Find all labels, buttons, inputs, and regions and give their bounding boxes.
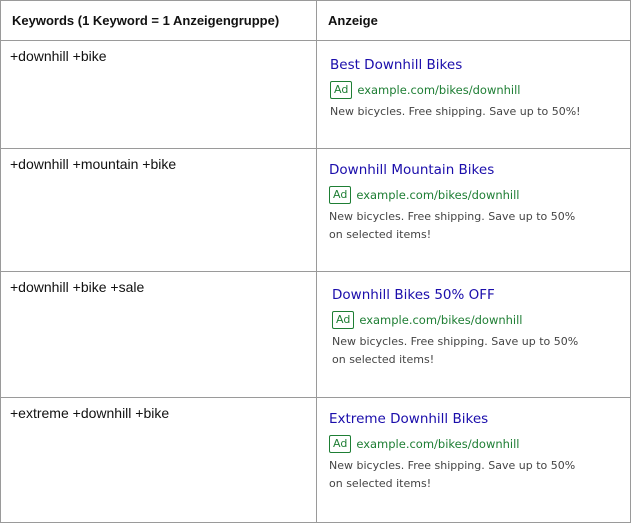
keyword-cell: +downhill +bike (0, 40, 317, 149)
table-row: +downhill +mountain +bike Downhill Mount… (0, 148, 631, 272)
ad-preview: Downhill Bikes 50% OFF Ad example.com/bi… (317, 286, 630, 369)
keyword-cell: +extreme +downhill +bike (0, 397, 317, 523)
ad-url-line: Ad example.com/bikes/downhill (332, 310, 630, 330)
table-row: +extreme +downhill +bike Extreme Downhil… (0, 397, 631, 523)
ad-url-line: Ad example.com/bikes/downhill (330, 80, 630, 100)
header-anzeige: Anzeige (316, 0, 631, 41)
ad-display-url[interactable]: example.com/bikes/downhill (359, 313, 522, 327)
ad-display-url[interactable]: example.com/bikes/downhill (357, 83, 520, 97)
table-row: +downhill +bike Best Downhill Bikes Ad e… (0, 40, 631, 149)
ad-preview: Extreme Downhill Bikes Ad example.com/bi… (317, 410, 630, 493)
header-keywords: Keywords (1 Keyword = 1 Anzeigengruppe) (0, 0, 317, 41)
ad-badge: Ad (330, 81, 353, 99)
ad-title-link[interactable]: Downhill Mountain Bikes (329, 161, 630, 180)
ad-preview: Downhill Mountain Bikes Ad example.com/b… (317, 161, 630, 244)
ad-display-url[interactable]: example.com/bikes/downhill (356, 437, 519, 451)
ad-url-line: Ad example.com/bikes/downhill (329, 434, 630, 454)
ad-badge: Ad (329, 186, 352, 204)
ad-description: New bicycles. Free shipping. Save up to … (329, 459, 576, 490)
ad-badge: Ad (332, 311, 355, 329)
ad-url-line: Ad example.com/bikes/downhill (329, 185, 630, 205)
ad-description: New bicycles. Free shipping. Save up to … (332, 335, 579, 366)
keywords-ads-table: Keywords (1 Keyword = 1 Anzeigengruppe) … (0, 0, 631, 523)
ad-title-link[interactable]: Extreme Downhill Bikes (329, 410, 630, 429)
ad-preview: Best Downhill Bikes Ad example.com/bikes… (317, 56, 630, 121)
ad-title-link[interactable]: Best Downhill Bikes (330, 56, 630, 75)
ad-cell: Extreme Downhill Bikes Ad example.com/bi… (316, 397, 631, 523)
ad-description: New bicycles. Free shipping. Save up to … (329, 210, 576, 241)
ad-cell: Best Downhill Bikes Ad example.com/bikes… (316, 40, 631, 149)
ad-title-link[interactable]: Downhill Bikes 50% OFF (332, 286, 630, 305)
keyword-cell: +downhill +mountain +bike (0, 148, 317, 272)
ad-badge: Ad (329, 435, 352, 453)
ad-cell: Downhill Bikes 50% OFF Ad example.com/bi… (316, 271, 631, 398)
keyword-cell: +downhill +bike +sale (0, 271, 317, 398)
ad-description: New bicycles. Free shipping. Save up to … (330, 105, 581, 118)
header-row: Keywords (1 Keyword = 1 Anzeigengruppe) … (0, 0, 631, 41)
table-row: +downhill +bike +sale Downhill Bikes 50%… (0, 271, 631, 398)
ad-cell: Downhill Mountain Bikes Ad example.com/b… (316, 148, 631, 272)
ad-display-url[interactable]: example.com/bikes/downhill (356, 188, 519, 202)
